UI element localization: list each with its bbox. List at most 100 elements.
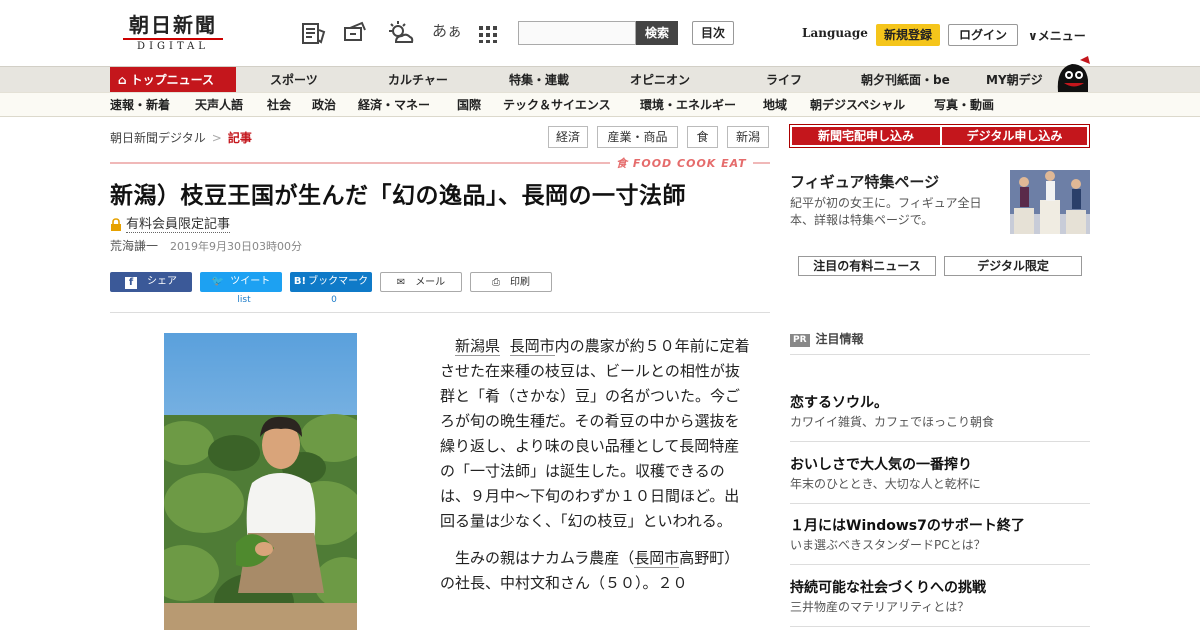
mail-label: メール [415,277,446,288]
nav2-world[interactable]: 国際 [457,93,481,117]
featured-paid-news-button[interactable]: 注目の有料ニュース [798,256,936,276]
tag-economy[interactable]: 経済 [548,126,588,148]
nav-label: トップニュース [130,73,214,87]
link-nagaoka-city[interactable]: 長岡市 [509,337,555,356]
nav2-society[interactable]: 社会 [267,93,291,117]
twitter-share-button[interactable]: 🐦 ツイート [200,272,282,292]
language-link[interactable]: Language [802,26,868,40]
figure-feature-desc: 紀平が初の女王に。フィギュア全日本、詳報は特集ページで。 [790,196,982,227]
menu-button[interactable]: ∨メニュー [1028,27,1086,44]
search-input[interactable] [518,21,636,45]
member-only-badge: 有料会員限定記事 [110,213,231,233]
nav2-tech[interactable]: テック＆サイエンス [503,93,611,117]
tag-food[interactable]: 食 [687,126,718,148]
primary-nav: ⌂ トップニュース スポーツ カルチャー 特集・連載 オピニオン ライフ 朝夕刊紙… [0,66,1200,93]
pr-item-sub: 年末のひととき、大切な人と乾杯に [790,477,981,491]
register-button[interactable]: 新規登録 [876,24,940,46]
nav2-special[interactable]: 朝デジスペシャル [810,93,905,117]
article-title: 新潟）枝豆王国が生んだ「幻の逸品」、長岡の一寸法師 [110,183,686,209]
newspaper-icon[interactable] [300,20,326,46]
article-body: 新潟県 長岡市内の農家が約５０年前に定着させた在来種の枝豆は、ビールとの相性が抜… [440,334,752,608]
nav-culture[interactable]: カルチャー [388,67,448,93]
pr-item-title: おいしさで大人気の一番搾り [790,457,972,473]
byline: 荒海謙一 2019年9月30日03時00分 [110,237,302,254]
figure-feature-title[interactable]: フィギュア特集ページ [790,171,939,192]
breadcrumb-home[interactable]: 朝日新聞デジタル [110,131,206,145]
link-niigata-pref[interactable]: 新潟県 [455,337,501,356]
weather-icon[interactable] [386,20,414,46]
mail-share-button[interactable]: ✉ メール [380,272,462,292]
hatena-label: ブックマーク [308,276,369,287]
breadcrumb: 朝日新聞デジタル > 記事 [110,129,252,146]
pr-item-title: 持続可能な社会づくりへの挑戦 [790,580,986,596]
coupon-icon[interactable] [342,20,368,46]
home-icon: ⌂ [118,73,127,87]
twitter-count[interactable]: list [203,295,285,305]
pr-heading-label: 注目情報 [815,332,864,346]
facebook-share-button[interactable]: f シェア [110,272,192,292]
twitter-label: ツイート [230,276,271,287]
search-button[interactable]: 検索 [636,21,678,45]
article-paragraph: 生みの親はナカムラ農産（長岡市高野町）の社長、中村文和さん（５０）。２０ [440,546,752,596]
nav-top-news[interactable]: ⌂ トップニュース [110,67,236,93]
contents-button[interactable]: 目次 [692,21,734,45]
pr-badge: PR [790,334,810,347]
digital-subscribe-button[interactable]: デジタル申し込み [942,127,1087,145]
nav2-local[interactable]: 地域 [763,93,787,117]
article-paragraph: 新潟県 長岡市内の農家が約５０年前に定着させた在来種の枝豆は、ビールとの相性が抜… [440,334,752,534]
apps-grid-icon[interactable] [478,20,498,46]
pr-item[interactable]: 持続可能な社会づくりへの挑戦 三井物産のマテリアリティとは？ [790,578,1090,627]
chevron-down-icon: ∨ [1028,29,1038,43]
nav2-environment[interactable]: 環境・エネルギー [640,93,736,117]
print-button[interactable]: ⎙ 印刷 [470,272,552,292]
nav2-tensei[interactable]: 天声人語 [195,93,243,117]
logo-en: DIGITAL [137,41,209,52]
nav2-politics[interactable]: 政治 [312,93,336,117]
link-nagaoka-city-2[interactable]: 長岡市 [634,549,680,568]
mascot-icon [1057,56,1090,92]
nav2-economy[interactable]: 経済・マネー [358,93,430,117]
member-only-label[interactable]: 有料会員限定記事 [126,217,231,233]
pr-item-sub: 三井物産のマテリアリティとは？ [790,600,970,614]
newspaper-subscribe-button[interactable]: 新聞宅配申し込み [792,127,940,145]
figure-skating-photo[interactable] [1010,170,1090,234]
print-icon: ⎙ [492,277,500,288]
food-label-text: FOOD COOK EAT [632,157,747,170]
publish-date: 2019年9月30日03時00分 [170,240,302,253]
nav-my-asadigi[interactable]: MY朝デジ [986,67,1043,93]
secondary-nav: 速報・新着 天声人語 社会 政治 経済・マネー 国際 テック＆サイエンス 環境・… [0,92,1200,117]
pr-item[interactable]: おいしさで大人気の一番搾り 年末のひととき、大切な人と乾杯に [790,455,1090,504]
facebook-label: シェア [147,276,177,287]
pr-item[interactable]: 恋するソウル。 カワイイ雑貨、カフェでほっこり朝食 [790,393,1090,442]
pr-item-sub: カワイイ雑貨、カフェでほっこり朝食 [790,415,995,429]
subscribe-box: 新聞宅配申し込み デジタル申し込み [789,124,1090,148]
hatena-count[interactable]: 0 [293,295,375,305]
breadcrumb-current: 記事 [227,131,252,145]
login-button[interactable]: ログイン [948,24,1018,46]
tag-industry[interactable]: 産業・商品 [597,126,678,148]
food-icon: 食 [616,157,633,170]
digital-exclusive-button[interactable]: デジタル限定 [944,256,1082,276]
nav-newspaper[interactable]: 朝夕刊紙面・be [861,67,950,93]
food-section-label[interactable]: 食 FOOD COOK EAT [610,155,753,171]
facebook-icon: f [125,277,137,289]
pr-item-sub: いま選ぶべきスタンダードPCとは？ [790,538,986,552]
lock-icon [111,218,121,231]
logo-rule [123,38,223,40]
pr-item[interactable]: １月にはWindows7のサポート終了 いま選ぶべきスタンダードPCとは？ [790,516,1090,565]
nav2-breaking[interactable]: 速報・新着 [110,93,170,117]
nav-opinion[interactable]: オピニオン [630,67,690,93]
nav-features[interactable]: 特集・連載 [509,67,569,93]
nav-life[interactable]: ライフ [766,67,802,93]
asahi-logo[interactable]: 朝日新聞 DIGITAL [117,14,229,54]
tag-niigata[interactable]: 新潟 [727,126,769,148]
hatena-bookmark-button[interactable]: B! ブックマーク [290,272,372,292]
article-photo[interactable] [164,333,357,630]
pr-item-title: 恋するソウル。 [790,395,888,411]
nav-sports[interactable]: スポーツ [270,67,318,93]
paragraph-text: 内の農家が約５０年前に定着させた在来種の枝豆は、ビールとの相性が抜群と「肴（さか… [440,337,750,530]
print-label: 印刷 [510,277,530,288]
font-size-icon[interactable]: あぁ [432,20,462,41]
site-header: 朝日新聞 DIGITAL あぁ 検索 目次 Language 新規登録 ログイン [0,0,1200,66]
nav2-photo[interactable]: 写真・動画 [934,93,994,117]
